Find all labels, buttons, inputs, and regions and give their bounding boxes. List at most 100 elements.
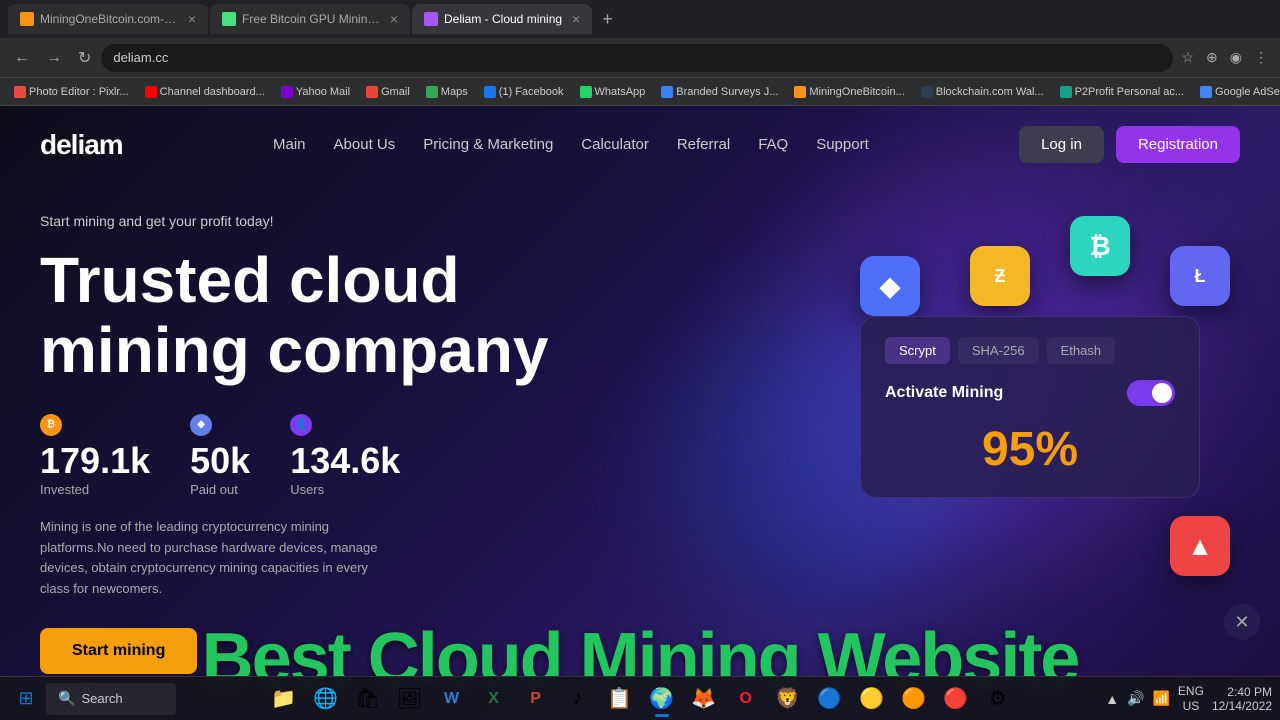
taskbar-app-firefox[interactable]: 🦊 xyxy=(684,679,724,719)
bookmark-10[interactable]: Blockchain.com Wal... xyxy=(915,84,1050,100)
nav-bar: ← → ↻ deliam.cc ☆ ⊕ ◉ ⋮ xyxy=(0,38,1280,78)
tab-2-title: Free Bitcoin GPU Mining, Cloud... xyxy=(242,12,380,26)
tab-2[interactable]: Free Bitcoin GPU Mining, Cloud... × xyxy=(210,4,410,34)
new-tab-button[interactable]: + xyxy=(594,9,621,30)
bookmark-6-label: (1) Facebook xyxy=(499,86,564,98)
bookmark-7[interactable]: WhatsApp xyxy=(574,84,652,100)
tab-2-favicon xyxy=(222,12,236,26)
taskbar-app-excel[interactable]: X xyxy=(474,679,514,719)
bookmark-1[interactable]: Photo Editor : Pixlr... xyxy=(8,84,135,100)
tab-1[interactable]: MiningOneBitcoin.com-Mining... × xyxy=(8,4,208,34)
stat-users-label: Users xyxy=(290,482,400,497)
nav-pricing[interactable]: Pricing & Marketing xyxy=(423,136,553,153)
bookmark-9[interactable]: MiningOneBitcoin... xyxy=(788,84,910,100)
bookmark-12[interactable]: Google AdSense xyxy=(1194,84,1280,100)
forward-button[interactable]: → xyxy=(40,45,68,71)
register-button[interactable]: Registration xyxy=(1116,126,1240,163)
wifi-icon[interactable]: 📶 xyxy=(1152,690,1169,707)
taskbar-app-powerpoint[interactable]: P xyxy=(516,679,556,719)
bookmark-1-favicon xyxy=(14,86,26,98)
bookmark-11[interactable]: P2Profit Personal ac... xyxy=(1054,84,1190,100)
bookmark-8[interactable]: Branded Surveys J... xyxy=(655,84,784,100)
taskbar: ⊞ 🔍 Search 📁 🌐 🛍 🖼 W X P ♪ 📋 🌍 🦊 O 🦁 🔵 🟡… xyxy=(0,676,1280,720)
bookmark-3[interactable]: Yahoo Mail xyxy=(275,84,356,100)
tab-1-title: MiningOneBitcoin.com-Mining... xyxy=(40,12,178,26)
bookmark-10-favicon xyxy=(921,86,933,98)
stat-invested-value: 179.1k xyxy=(40,440,150,482)
bookmark-8-label: Branded Surveys J... xyxy=(676,86,778,98)
taskbar-search[interactable]: 🔍 Search xyxy=(46,683,176,715)
windows-logo-icon: ⊞ xyxy=(18,688,33,709)
address-bar[interactable]: deliam.cc xyxy=(101,44,1173,72)
taskbar-app-settings[interactable]: ⚙ xyxy=(978,679,1018,719)
taskbar-search-label: Search xyxy=(81,691,122,706)
bookmark-4[interactable]: Gmail xyxy=(360,84,416,100)
nav-main[interactable]: Main xyxy=(273,136,306,153)
tab-3[interactable]: Deliam - Cloud mining × xyxy=(412,4,592,34)
bookmark-8-favicon xyxy=(661,86,673,98)
back-button[interactable]: ← xyxy=(8,45,36,71)
browser-window: MiningOneBitcoin.com-Mining... × Free Bi… xyxy=(0,0,1280,720)
taskbar-app-photos[interactable]: 🖼 xyxy=(390,679,430,719)
menu-button[interactable]: ⋮ xyxy=(1250,45,1272,70)
taskbar-app-file-explorer[interactable]: 📁 xyxy=(264,679,304,719)
bookmark-5-label: Maps xyxy=(441,86,468,98)
language-indicator[interactable]: ENG US xyxy=(1178,684,1204,713)
nav-support[interactable]: Support xyxy=(816,136,869,153)
extensions-button[interactable]: ⊕ xyxy=(1202,45,1222,70)
nav-about[interactable]: About Us xyxy=(334,136,396,153)
site-navigation: deliam Main About Us Pricing & Marketing… xyxy=(0,106,1280,183)
taskbar-app-word[interactable]: W xyxy=(432,679,472,719)
taskbar-app-edge[interactable]: 🌐 xyxy=(306,679,346,719)
volume-icon[interactable]: 🔊 xyxy=(1127,690,1144,707)
stat-paidout-icon-row: ◈ xyxy=(190,414,250,436)
taskbar-app-misc3[interactable]: 🟠 xyxy=(894,679,934,719)
stat-users-icon-row: 👤 xyxy=(290,414,400,436)
bookmark-2-label: Channel dashboard... xyxy=(160,86,265,98)
taskbar-app-misc4[interactable]: 🔴 xyxy=(936,679,976,719)
taskbar-app-task1[interactable]: 📋 xyxy=(600,679,640,719)
bookmark-3-label: Yahoo Mail xyxy=(296,86,350,98)
reload-button[interactable]: ↻ xyxy=(72,44,97,72)
taskbar-app-music[interactable]: ♪ xyxy=(558,679,598,719)
network-icon[interactable]: ▲ xyxy=(1105,691,1119,707)
taskbar-clock: 2:40 PM 12/14/2022 xyxy=(1212,685,1272,713)
tab-3-favicon xyxy=(424,12,438,26)
hero-title: Trusted cloud mining company xyxy=(40,245,1240,386)
bookmark-3-favicon xyxy=(281,86,293,98)
profile-button[interactable]: ◉ xyxy=(1226,45,1246,70)
start-button[interactable]: ⊞ xyxy=(8,681,44,717)
taskbar-app-misc1[interactable]: 🔵 xyxy=(810,679,850,719)
stat-invested: ₿ 179.1k Invested xyxy=(40,414,150,497)
taskbar-app-brave[interactable]: 🦁 xyxy=(768,679,808,719)
bookmark-11-label: P2Profit Personal ac... xyxy=(1075,86,1184,98)
bookmark-2-favicon xyxy=(145,86,157,98)
tab-1-close[interactable]: × xyxy=(188,11,196,27)
stat-users-value: 134.6k xyxy=(290,440,400,482)
taskbar-app-misc2[interactable]: 🟡 xyxy=(852,679,892,719)
nav-buttons: Log in Registration xyxy=(1019,126,1240,163)
bookmark-6-favicon xyxy=(484,86,496,98)
bookmark-6[interactable]: (1) Facebook xyxy=(478,84,570,100)
taskbar-app-chrome[interactable]: 🌍 xyxy=(642,679,682,719)
nav-faq[interactable]: FAQ xyxy=(758,136,788,153)
taskbar-app-store[interactable]: 🛍 xyxy=(348,679,388,719)
bookmark-5-favicon xyxy=(426,86,438,98)
nav-referral[interactable]: Referral xyxy=(677,136,730,153)
taskbar-right: ▲ 🔊 📶 ENG US 2:40 PM 12/14/2022 xyxy=(1105,684,1272,713)
bookmark-11-favicon xyxy=(1060,86,1072,98)
tab-3-title: Deliam - Cloud mining xyxy=(444,12,562,26)
bookmark-2[interactable]: Channel dashboard... xyxy=(139,84,271,100)
nav-calculator[interactable]: Calculator xyxy=(581,136,649,153)
site-logo[interactable]: deliam xyxy=(40,129,123,161)
bookmark-4-favicon xyxy=(366,86,378,98)
tab-2-close[interactable]: × xyxy=(390,11,398,27)
login-button[interactable]: Log in xyxy=(1019,126,1104,163)
tab-3-close[interactable]: × xyxy=(572,11,580,27)
bookmark-12-favicon xyxy=(1200,86,1212,98)
bookmark-button[interactable]: ☆ xyxy=(1177,45,1198,70)
tab-bar: MiningOneBitcoin.com-Mining... × Free Bi… xyxy=(0,0,1280,38)
taskbar-app-opera[interactable]: O xyxy=(726,679,766,719)
bookmark-5[interactable]: Maps xyxy=(420,84,474,100)
stat-paidout: ◈ 50k Paid out xyxy=(190,414,250,497)
